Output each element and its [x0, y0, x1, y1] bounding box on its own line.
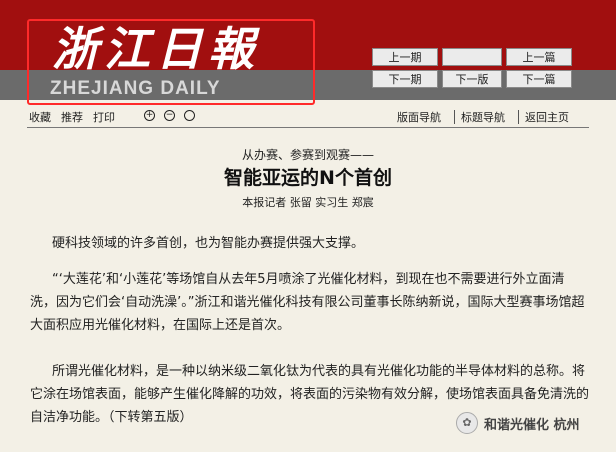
page-nav-link[interactable]: 版面导航	[397, 109, 441, 125]
wechat-icon: ✿	[456, 412, 478, 434]
watermark-text: 和谐光催化 杭州	[484, 417, 580, 433]
next-issue-button[interactable]: 下一期	[372, 70, 438, 88]
zoom-out-icon[interactable]: −	[164, 110, 175, 121]
article-toolbar: 收藏 推荐 打印 + − 版面导航 标题导航 返回主页	[27, 106, 589, 128]
title-nav-link[interactable]: 标题导航	[461, 109, 505, 125]
favorite-link[interactable]: 收藏	[29, 109, 51, 125]
article-byline: 本报记者 张留 实习生 郑宸	[242, 196, 374, 209]
article-headline: 智能亚运的N个首创	[224, 167, 392, 189]
print-link[interactable]: 打印	[93, 109, 115, 125]
toolbar-divider	[518, 110, 519, 124]
prev-issue-button[interactable]: 上一期	[372, 48, 438, 66]
toolbar-divider	[454, 110, 455, 124]
zoom-in-icon[interactable]: +	[144, 110, 155, 121]
page-navigation-grid: 上一期 上一篇 下一期 下一版 下一篇	[372, 48, 572, 88]
article-paragraph: “‘大莲花’和‘小莲花’等场馆自从去年5月喷涂了光催化材料，到现在也不需要进行外…	[30, 272, 585, 333]
home-link[interactable]: 返回主页	[525, 109, 569, 125]
wechat-watermark: ✿ 和谐光催化 杭州	[456, 412, 580, 434]
prev-article-button[interactable]: 上一篇	[506, 48, 572, 66]
recommend-link[interactable]: 推荐	[61, 109, 83, 125]
zoom-reset-icon[interactable]	[184, 110, 195, 121]
article-paragraph: 硬科技领域的许多首创，也为智能办赛提供强大支撑。	[52, 236, 365, 251]
logo-highlight-box	[27, 19, 315, 105]
prev-page-button[interactable]	[442, 48, 502, 66]
next-article-button[interactable]: 下一篇	[506, 70, 572, 88]
next-page-button[interactable]: 下一版	[442, 70, 502, 88]
article-kicker: 从办赛、参赛到观赛——	[241, 148, 374, 162]
